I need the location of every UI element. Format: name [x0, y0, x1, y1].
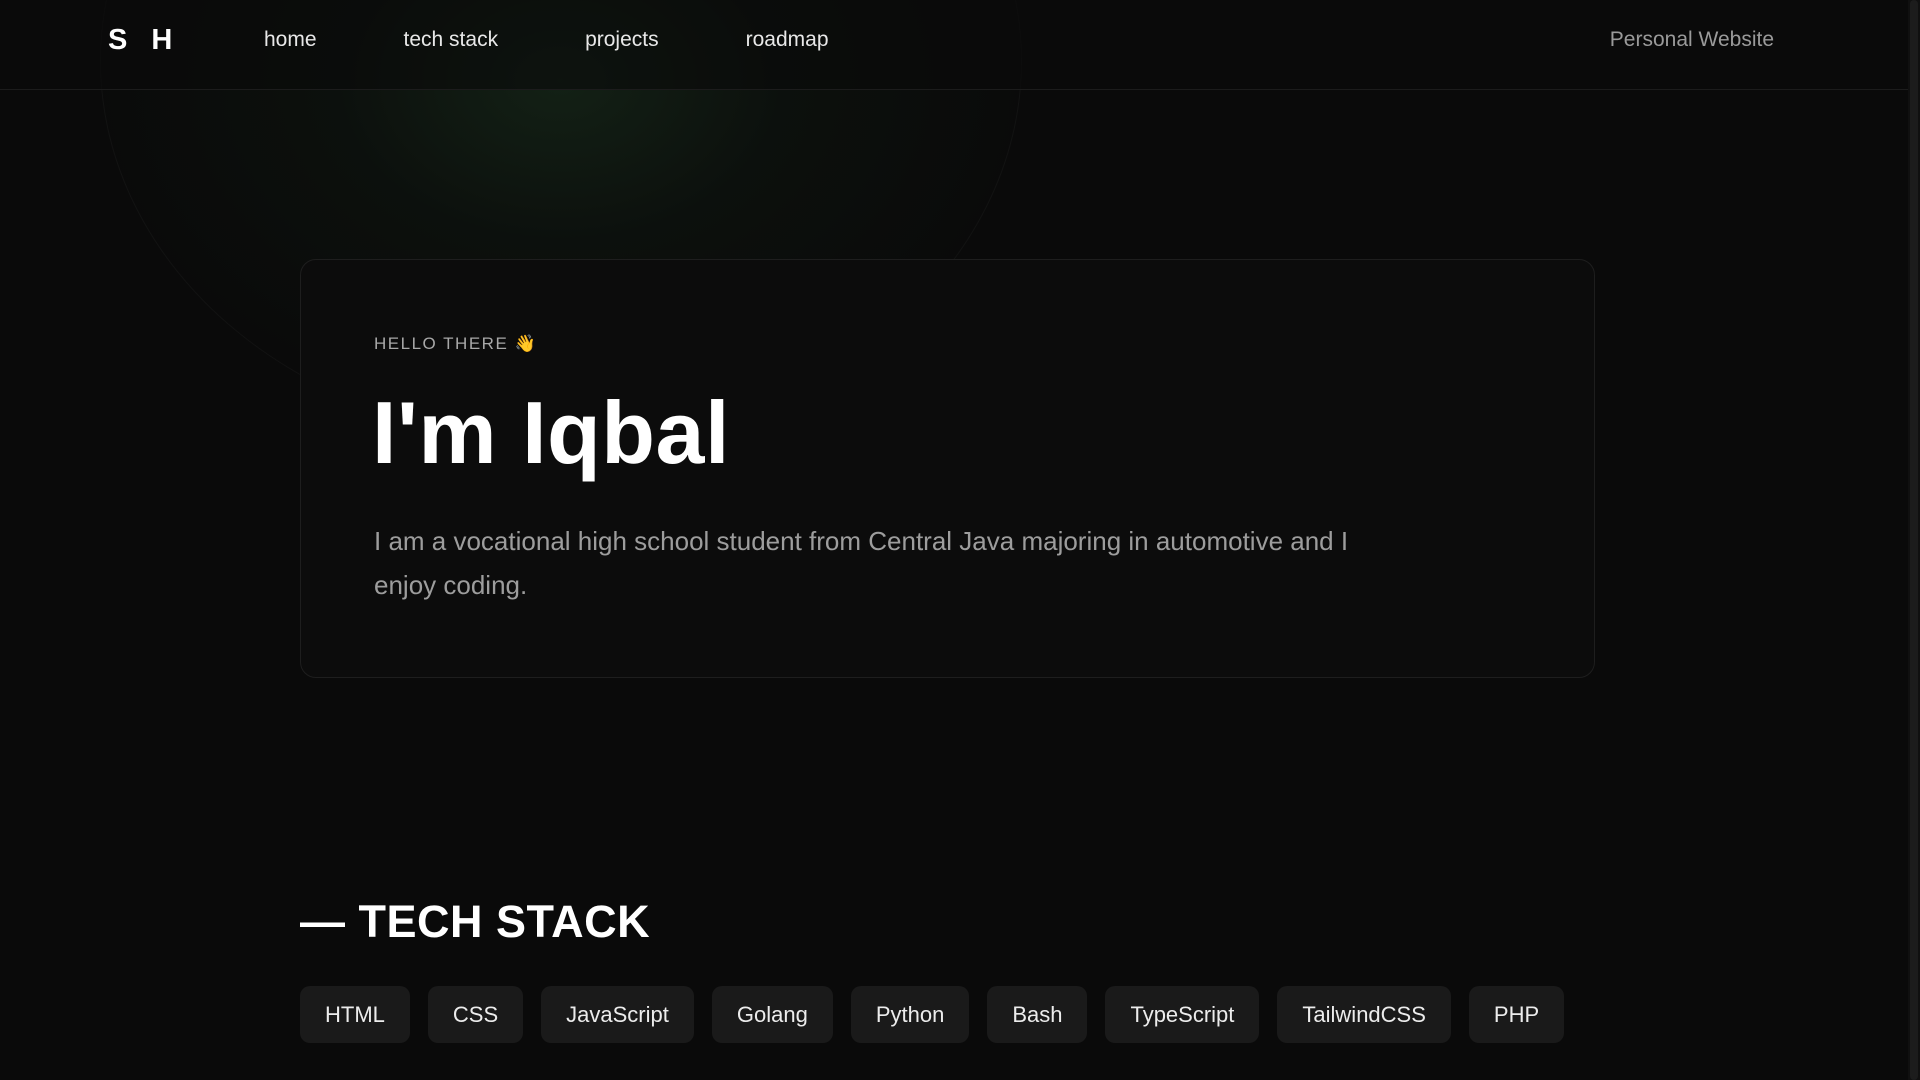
- tech-chip-python[interactable]: Python: [850, 986, 970, 1043]
- nav-links: home tech stack projects roadmap: [264, 28, 916, 52]
- scrollbar-track[interactable]: [1908, 0, 1920, 1080]
- tech-stack-list: HTML CSS JavaScript Golang Python Bash T…: [300, 986, 1565, 1043]
- tech-chip-bash[interactable]: Bash: [987, 986, 1088, 1043]
- site-tagline: Personal Website: [1609, 28, 1774, 51]
- tech-chip-javascript[interactable]: JavaScript: [541, 986, 694, 1043]
- tech-chip-html[interactable]: HTML: [300, 986, 410, 1043]
- tech-stack-heading: — TECH STACK: [300, 896, 651, 947]
- tech-chip-php[interactable]: PHP: [1468, 986, 1565, 1043]
- hero-eyebrow: HELLO THERE 👋: [374, 334, 538, 353]
- page: S H home tech stack projects roadmap Per…: [0, 0, 1920, 1080]
- tech-chip-tailwindcss[interactable]: TailwindCSS: [1277, 986, 1451, 1043]
- tech-chip-golang[interactable]: Golang: [711, 986, 833, 1043]
- nav-link-roadmap[interactable]: roadmap: [746, 28, 829, 52]
- nav-link-home[interactable]: home: [264, 28, 317, 52]
- navbar: S H home tech stack projects roadmap Per…: [0, 0, 1908, 90]
- tech-chip-css[interactable]: CSS: [427, 986, 524, 1043]
- tech-chip-typescript[interactable]: TypeScript: [1105, 986, 1260, 1043]
- hero-title: I'm Iqbal: [372, 383, 730, 482]
- hero-card: HELLO THERE 👋 I'm Iqbal I am a vocationa…: [300, 259, 1595, 678]
- hero-description: I am a vocational high school student fr…: [374, 526, 1349, 600]
- nav-link-tech-stack[interactable]: tech stack: [404, 28, 499, 52]
- scrollbar-thumb[interactable]: [1910, 0, 1918, 1080]
- nav-link-projects[interactable]: projects: [585, 28, 659, 52]
- site-logo[interactable]: S H: [108, 24, 180, 57]
